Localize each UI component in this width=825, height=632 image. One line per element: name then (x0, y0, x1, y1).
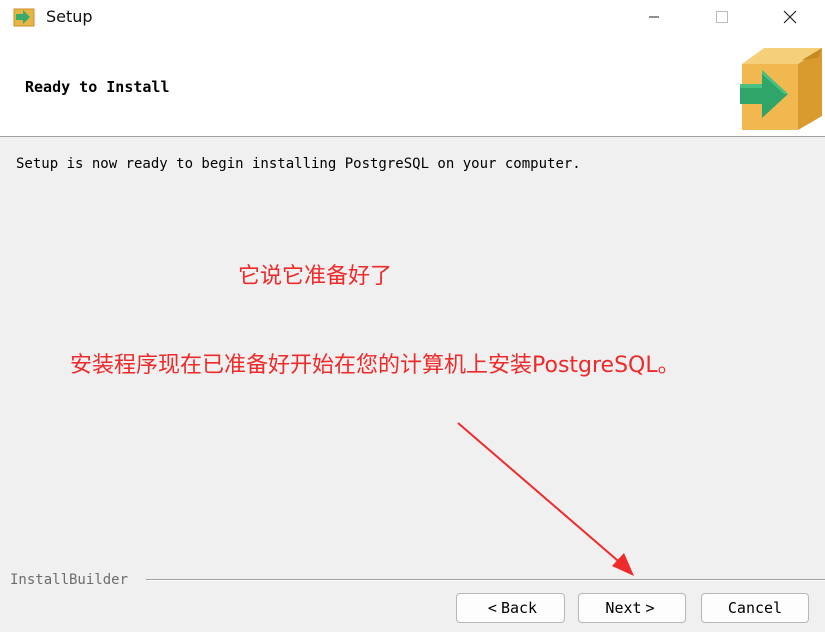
box-arrow-icon (740, 48, 822, 130)
window-title: Setup (46, 7, 93, 26)
chevron-right-icon: > (645, 599, 655, 617)
footer-separator (146, 579, 825, 581)
minimize-button[interactable] (631, 0, 677, 34)
next-button[interactable]: Next > (578, 593, 686, 623)
setup-window: Setup Ready to Install Setup is now read… (0, 0, 825, 632)
close-icon (783, 10, 797, 24)
chevron-left-icon: < (487, 599, 497, 617)
wizard-header: Ready to Install (0, 36, 825, 137)
package-arrow-icon (13, 8, 35, 27)
cancel-label: Cancel (727, 599, 783, 617)
maximize-button[interactable] (699, 0, 745, 34)
title-bar: Setup (0, 0, 825, 36)
back-label: Back (500, 599, 538, 617)
back-button[interactable]: < Back (456, 593, 565, 623)
minimize-icon (649, 16, 659, 18)
ready-message: Setup is now ready to begin installing P… (16, 156, 581, 172)
annotation-note-2: 安装程序现在已准备好开始在您的计算机上安装PostgreSQL。 (70, 353, 680, 378)
next-label: Next (605, 599, 642, 617)
page-title: Ready to Install (25, 78, 170, 96)
cancel-button[interactable]: Cancel (701, 593, 809, 623)
close-button[interactable] (767, 0, 813, 34)
annotation-note-1: 它说它准备好了 (238, 264, 393, 289)
maximize-icon (716, 11, 728, 23)
installbuilder-label: InstallBuilder (10, 572, 129, 588)
